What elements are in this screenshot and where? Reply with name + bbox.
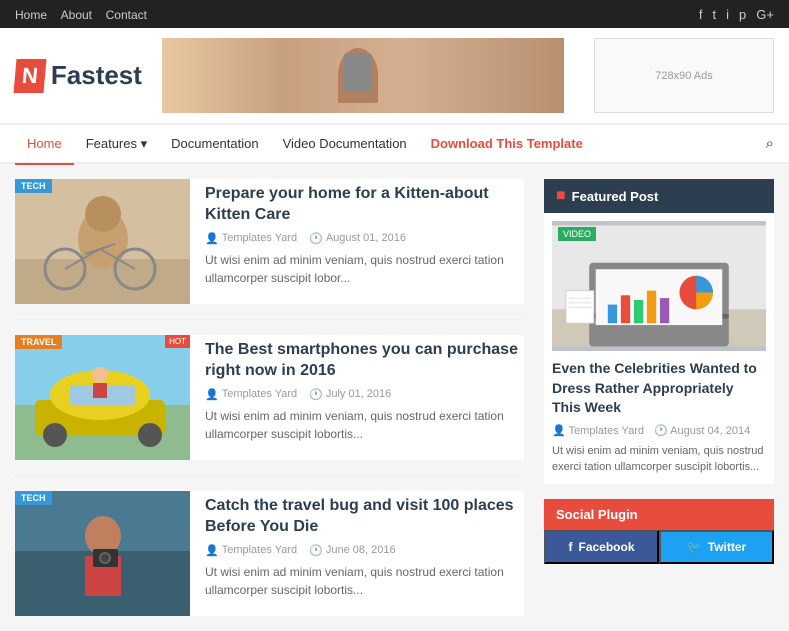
header-banner (162, 38, 564, 113)
post-excerpt-3: Ut wisi enim ad minim veniam, quis nostr… (205, 563, 524, 599)
featured-post-image: VIDEO (552, 221, 766, 351)
post-card-2: TRAVEL HOT The Best smartphones you can … (15, 335, 524, 460)
nav-download[interactable]: Download This Template (419, 125, 595, 165)
top-nav-contact[interactable]: Contact (106, 8, 147, 22)
facebook-icon: f (568, 540, 572, 554)
featured-post-title[interactable]: Even the Celebrities Wanted to Dress Rat… (552, 359, 766, 418)
post-meta-3: 👤 Templates Yard 🕐 June 08, 2016 (205, 544, 524, 557)
post-title-2[interactable]: The Best smartphones you can purchase ri… (205, 340, 524, 382)
post-meta-1: 👤 Templates Yard 🕐 August 01, 2016 (205, 232, 524, 245)
post-card: TECH Prepare your home for a Kitten-abou… (15, 179, 524, 304)
post-excerpt-1: Ut wisi enim ad minim veniam, quis nostr… (205, 251, 524, 287)
post-excerpt-2: Ut wisi enim ad minim veniam, quis nostr… (205, 407, 524, 443)
social-plugin-header: Social Plugin (544, 499, 774, 530)
post-info-2: The Best smartphones you can purchase ri… (205, 335, 524, 448)
social-buttons: f Facebook 🐦 Twitter (544, 530, 774, 564)
main-nav: Home Features ▾ Documentation Video Docu… (0, 124, 789, 164)
featured-meta: 👤 Templates Yard 🕐 August 04, 2014 (552, 424, 766, 437)
featured-post-section: ■ Featured Post (544, 179, 774, 484)
post-hot-tag: HOT (165, 335, 190, 348)
social-icons-top: f t i p G+ (699, 7, 774, 22)
top-nav: Home About Contact (15, 7, 157, 22)
post-tag-2: TRAVEL (15, 335, 62, 349)
content-area: TECH Prepare your home for a Kitten-abou… (0, 164, 789, 631)
post-author-3: 👤 Templates Yard (205, 544, 297, 557)
post-date-3: 🕐 June 08, 2016 (309, 544, 395, 557)
featured-author: 👤 Templates Yard (552, 424, 644, 437)
featured-accent: ■ (556, 187, 566, 205)
twitter-icon-top[interactable]: t (713, 7, 717, 22)
header-ad: 728x90 Ads (594, 38, 774, 113)
googleplus-icon-top[interactable]: G+ (756, 7, 774, 22)
nav-documentation[interactable]: Documentation (159, 125, 270, 165)
instagram-icon-top[interactable]: i (726, 7, 729, 22)
post-author-2: 👤 Templates Yard (205, 388, 297, 401)
divider-1 (15, 319, 524, 320)
featured-post-header: ■ Featured Post (544, 179, 774, 213)
featured-excerpt: Ut wisi enim ad minim veniam, quis nostr… (552, 443, 766, 476)
top-bar: Home About Contact f t i p G+ (0, 0, 789, 28)
post-title-3[interactable]: Catch the travel bug and visit 100 place… (205, 496, 524, 538)
nav-features[interactable]: Features ▾ (74, 125, 159, 165)
search-icon[interactable]: ⌕ (766, 135, 774, 152)
video-tag: VIDEO (558, 227, 596, 241)
header: N Fastest 728x90 Ads (0, 28, 789, 124)
post-date-2: 🕐 July 01, 2016 (309, 388, 391, 401)
post-tag-1: TECH (15, 179, 52, 193)
logo[interactable]: N Fastest (15, 59, 142, 93)
nav-video-doc[interactable]: Video Documentation (271, 125, 419, 165)
main-posts: TECH Prepare your home for a Kitten-abou… (15, 179, 524, 616)
logo-text: Fastest (51, 60, 142, 91)
featured-date: 🕐 August 04, 2014 (654, 424, 750, 437)
post-thumb-3: TECH (15, 491, 190, 616)
post-thumb-1: TECH (15, 179, 190, 304)
twitter-icon: 🐦 (687, 540, 702, 554)
nav-home[interactable]: Home (15, 125, 74, 165)
post-info-1: Prepare your home for a Kitten-about Kit… (205, 179, 524, 292)
post-date-1: 🕐 August 01, 2016 (309, 232, 406, 245)
social-plugin-section: Social Plugin f Facebook 🐦 Twitter (544, 499, 774, 564)
facebook-icon-top[interactable]: f (699, 7, 703, 22)
top-nav-about[interactable]: About (61, 8, 92, 22)
divider-2 (15, 475, 524, 476)
post-info-3: Catch the travel bug and visit 100 place… (205, 491, 524, 604)
facebook-button[interactable]: f Facebook (544, 530, 659, 564)
pinterest-icon-top[interactable]: p (739, 7, 746, 22)
logo-icon: N (14, 59, 47, 93)
post-title-1[interactable]: Prepare your home for a Kitten-about Kit… (205, 184, 524, 226)
post-card-3: TECH Catch the travel bug and visit 100 … (15, 491, 524, 616)
twitter-button[interactable]: 🐦 Twitter (659, 530, 774, 564)
post-tag-3: TECH (15, 491, 52, 505)
top-nav-home[interactable]: Home (15, 8, 47, 22)
post-author-1: 👤 Templates Yard (205, 232, 297, 245)
sidebar: ■ Featured Post (544, 179, 774, 616)
post-thumb-2: TRAVEL HOT (15, 335, 190, 460)
post-meta-2: 👤 Templates Yard 🕐 July 01, 2016 (205, 388, 524, 401)
